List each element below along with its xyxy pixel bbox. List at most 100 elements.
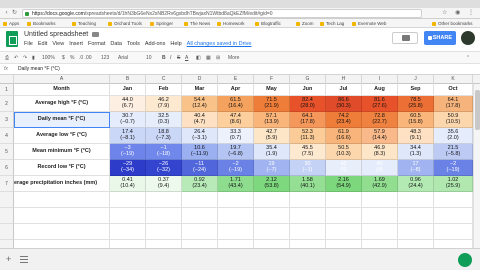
table-cell[interactable]: Oct bbox=[434, 84, 473, 96]
table-cell[interactable]: 82.4 (28.0) bbox=[290, 96, 326, 112]
url-field[interactable]: https://docs.google.com/spreadsheets/d/1… bbox=[22, 9, 422, 18]
table-cell[interactable]: −2 (−19) bbox=[434, 160, 473, 176]
menu-tools[interactable]: Tools bbox=[127, 41, 140, 47]
table-cell[interactable]: 52.3 (11.3) bbox=[290, 128, 326, 144]
menu-format[interactable]: Format bbox=[88, 41, 105, 47]
table-cell[interactable]: 34.4 (1.3) bbox=[398, 144, 434, 160]
formula-input[interactable]: Daily mean °F (°C) bbox=[18, 66, 60, 72]
save-status[interactable]: All changes saved in Drive bbox=[187, 41, 252, 47]
table-cell[interactable] bbox=[290, 208, 326, 224]
bookmark-orchard-tools[interactable]: Orchard Tools bbox=[108, 19, 142, 28]
table-cell[interactable]: 61.9 (16.6) bbox=[326, 128, 362, 144]
column-header-g[interactable]: G bbox=[290, 75, 326, 84]
currency-button[interactable]: $ bbox=[62, 55, 65, 61]
table-cell[interactable]: 0.92 (23.4) bbox=[182, 176, 218, 192]
collapse-icon[interactable]: ⌃ bbox=[466, 55, 470, 61]
row-header[interactable] bbox=[0, 224, 14, 240]
table-cell[interactable] bbox=[146, 224, 182, 240]
table-cell[interactable]: 0.37 (9.4) bbox=[146, 176, 182, 192]
comments-button[interactable] bbox=[392, 32, 418, 44]
print-icon[interactable]: ⎙ bbox=[5, 55, 9, 61]
scrollbar-thumb[interactable] bbox=[475, 90, 480, 130]
table-cell[interactable]: 50.5 (10.3) bbox=[326, 144, 362, 160]
table-cell[interactable]: 57.9 (14.4) bbox=[362, 128, 398, 144]
column-header-k[interactable]: K bbox=[434, 75, 473, 84]
refresh-icon[interactable]: ↻ bbox=[11, 10, 18, 17]
bookmark-teaching[interactable]: Teaching bbox=[72, 19, 96, 28]
table-cell[interactable] bbox=[326, 224, 362, 240]
bookmark-springer[interactable]: Springer bbox=[150, 19, 173, 28]
table-cell[interactable]: May bbox=[254, 84, 290, 96]
star-icon[interactable]: ☆ bbox=[83, 30, 89, 38]
table-cell[interactable] bbox=[434, 224, 473, 240]
table-cell[interactable]: Average high °F (°C) bbox=[14, 96, 110, 112]
table-cell[interactable] bbox=[110, 208, 146, 224]
table-cell[interactable]: 35.4 (1.9) bbox=[254, 144, 290, 160]
bookmark-tech-lag[interactable]: Tech Lag bbox=[320, 19, 344, 28]
table-cell[interactable]: 40 (4) bbox=[362, 160, 398, 176]
table-cell[interactable]: 35.6 (2.0) bbox=[434, 128, 473, 144]
bookmark-bookmarks[interactable]: Bookmarks bbox=[27, 19, 56, 28]
table-cell[interactable]: 47.4 (8.6) bbox=[218, 112, 254, 128]
table-cell[interactable] bbox=[362, 208, 398, 224]
back-icon[interactable]: ‹ bbox=[3, 10, 10, 17]
table-cell[interactable]: Jul bbox=[326, 84, 362, 96]
explore-icon[interactable] bbox=[458, 253, 472, 267]
column-header-i[interactable]: I bbox=[362, 75, 398, 84]
table-cell[interactable]: 2.12 (53.8) bbox=[254, 176, 290, 192]
font-size-select[interactable]: 10 bbox=[146, 55, 152, 61]
row-header[interactable]: 4 bbox=[0, 128, 14, 144]
document-title[interactable]: Untitled spreadsheet bbox=[24, 31, 88, 38]
table-cell[interactable] bbox=[290, 224, 326, 240]
all-sheets-icon[interactable] bbox=[20, 256, 28, 263]
table-cell[interactable]: Daily mean °F (°C) bbox=[14, 112, 110, 128]
column-header-c[interactable]: C bbox=[146, 75, 182, 84]
table-cell[interactable]: Sep bbox=[398, 84, 434, 96]
row-header[interactable] bbox=[0, 208, 14, 224]
paint-format-icon[interactable]: ▮ bbox=[32, 55, 35, 61]
table-cell[interactable] bbox=[14, 208, 110, 224]
table-cell[interactable] bbox=[14, 224, 110, 240]
table-cell[interactable]: 44.0 (6.7) bbox=[110, 96, 146, 112]
table-cell[interactable]: 54.4 (12.4) bbox=[182, 96, 218, 112]
table-cell[interactable] bbox=[14, 192, 110, 208]
table-cell[interactable]: 60.5 (15.8) bbox=[398, 112, 434, 128]
table-cell[interactable]: 46.2 (7.9) bbox=[146, 96, 182, 112]
table-cell[interactable]: 71.5 (21.9) bbox=[254, 96, 290, 112]
table-cell[interactable]: 74.2 (23.4) bbox=[326, 112, 362, 128]
row-header[interactable]: 6 bbox=[0, 160, 14, 176]
table-cell[interactable] bbox=[110, 224, 146, 240]
table-cell[interactable]: 46.9 (8.3) bbox=[362, 144, 398, 160]
table-cell[interactable]: 18.8 (−7.3) bbox=[146, 128, 182, 144]
menu-file[interactable]: File bbox=[24, 41, 33, 47]
sheets-logo-icon[interactable] bbox=[6, 31, 18, 47]
table-cell[interactable]: Feb bbox=[146, 84, 182, 96]
table-cell[interactable] bbox=[218, 192, 254, 208]
table-cell[interactable]: 40.4 (4.7) bbox=[182, 112, 218, 128]
bookmark-the-news[interactable]: The News bbox=[184, 19, 210, 28]
column-header-b[interactable]: B bbox=[110, 75, 146, 84]
row-header[interactable] bbox=[0, 192, 14, 208]
bold-button[interactable]: B bbox=[162, 55, 166, 61]
column-header-a[interactable]: A bbox=[14, 75, 110, 84]
table-cell[interactable] bbox=[218, 224, 254, 240]
table-cell[interactable] bbox=[182, 224, 218, 240]
column-header-j[interactable]: J bbox=[398, 75, 434, 84]
bookmark-evernote-web[interactable]: Evernote Web bbox=[352, 19, 386, 28]
table-cell[interactable] bbox=[326, 192, 362, 208]
table-cell[interactable]: 0.96 (24.4) bbox=[398, 176, 434, 192]
column-header-h[interactable]: H bbox=[326, 75, 362, 84]
table-cell[interactable]: −1 (−18) bbox=[146, 144, 182, 160]
table-cell[interactable]: 61.5 (16.4) bbox=[218, 96, 254, 112]
font-select[interactable]: Arial bbox=[118, 55, 128, 61]
table-cell[interactable]: 1.69 (42.9) bbox=[362, 176, 398, 192]
menu-help[interactable]: Help bbox=[170, 41, 181, 47]
table-cell[interactable]: 17 (−8) bbox=[398, 160, 434, 176]
table-cell[interactable]: 57.1 (13.9) bbox=[254, 112, 290, 128]
table-cell[interactable]: −11 (−24) bbox=[182, 160, 218, 176]
strikethrough-button[interactable]: S bbox=[177, 55, 180, 61]
number-format-select[interactable]: 123 bbox=[101, 55, 109, 61]
table-cell[interactable]: 50.9 (10.5) bbox=[434, 112, 473, 128]
column-header-f[interactable]: F bbox=[254, 75, 290, 84]
table-cell[interactable] bbox=[218, 208, 254, 224]
